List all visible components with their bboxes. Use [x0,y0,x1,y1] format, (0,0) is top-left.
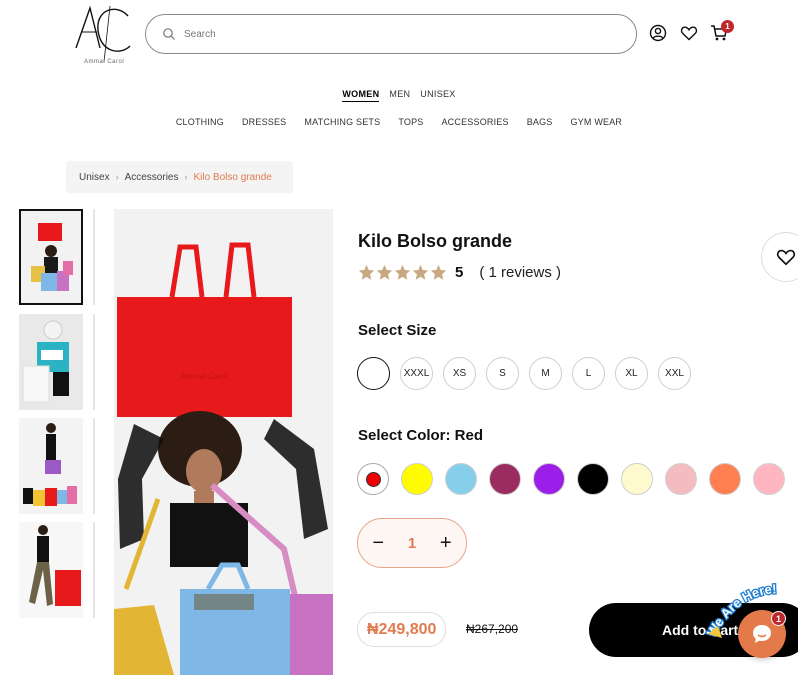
color-swatch-4[interactable] [489,463,521,495]
color-swatch-3[interactable] [445,463,477,495]
search-input[interactable] [184,28,604,40]
nav-gym-wear[interactable]: GYM WEAR [571,117,623,127]
nav-men[interactable]: MEN [389,89,410,102]
product-title: Kilo Bolso grande [358,231,513,251]
nav-unisex[interactable]: UNISEX [420,89,455,102]
thumbnail-4[interactable] [19,522,83,618]
nav-matching-sets[interactable]: MATCHING SETS [304,117,380,127]
size-label: Select Size [358,322,437,339]
nav-dresses[interactable]: DRESSES [242,117,286,127]
thumbnail-divider [93,314,95,410]
chat-icon [753,625,771,643]
product-rating: 5 ( 1 reviews ) [358,264,561,281]
heart-icon [776,249,796,266]
size-options: XXXL XS S M L XL XXL [357,357,691,390]
thumbnail-divider [93,522,95,618]
thumbnail-1[interactable] [19,209,83,305]
color-swatch-6[interactable] [577,463,609,495]
breadcrumb: Unisex › Accessories › Kilo Bolso grande [66,161,293,193]
nav-women[interactable]: WOMEN [342,89,380,102]
thumbnail-3[interactable] [19,418,83,514]
color-swatch-2[interactable] [401,463,433,495]
star-icon [376,264,393,280]
color-swatch-5[interactable] [533,463,565,495]
search-icon [163,28,175,40]
nav-clothing[interactable]: CLOTHING [176,117,224,127]
breadcrumb-current: Kilo Bolso grande [193,171,272,183]
color-swatch-9[interactable] [709,463,741,495]
rating-value: 5 [455,264,464,281]
add-to-wishlist-button[interactable] [761,232,798,282]
thumbnail-divider [93,418,95,514]
size-option-s[interactable]: S [486,357,519,390]
cart-count-badge: 1 [721,20,734,33]
current-price: ₦249,800 [357,612,447,647]
brand-tagline: Ammal Carol [84,59,125,65]
breadcrumb-unisex[interactable]: Unisex [79,172,110,183]
nav-accessories[interactable]: ACCESSORIES [441,117,508,127]
size-option-xs[interactable]: XS [443,357,476,390]
size-option-xxxl[interactable]: XXXL [400,357,433,390]
color-swatch-10[interactable] [753,463,785,495]
star-icon [358,264,375,280]
color-options [357,463,785,495]
quantity-value: 1 [407,534,417,552]
color-swatch-red[interactable] [357,463,389,495]
thumbnail-2[interactable] [19,314,83,410]
quantity-stepper: − 1 + [357,518,467,568]
size-option-xl[interactable]: XL [615,357,648,390]
star-icon [394,264,411,280]
size-option-xxl[interactable]: XXL [658,357,691,390]
size-option-blank[interactable] [357,357,390,390]
minus-icon[interactable]: − [367,532,389,555]
main-product-image[interactable]: Ammal Carol [114,209,333,675]
size-option-l[interactable]: L [572,357,605,390]
reviews-count[interactable]: ( 1 reviews ) [479,264,561,281]
plus-icon[interactable]: + [435,532,457,555]
star-icon [430,264,447,280]
nav-tops[interactable]: TOPS [398,117,423,127]
original-price: ₦267,200 [466,622,519,636]
thumbnail-divider [93,209,95,305]
color-label: Select Color: Red [358,427,484,444]
category-nav: CLOTHING DRESSES MATCHING SETS TOPS ACCE… [0,117,798,127]
size-option-m[interactable]: M [529,357,562,390]
wishlist-icon[interactable] [680,24,698,42]
chevron-right-icon: › [115,172,119,182]
color-swatch-7[interactable] [621,463,653,495]
nav-bags[interactable]: BAGS [527,117,553,127]
star-icon [412,264,429,280]
gender-nav: WOMEN MEN UNISEX [0,89,798,102]
search-bar[interactable] [145,14,637,54]
bag-emboss-text: Ammal Carol [181,372,227,381]
chevron-right-icon: › [184,172,188,182]
color-swatch-8[interactable] [665,463,697,495]
account-icon[interactable] [649,24,667,42]
chat-notification-badge: 1 [771,611,786,626]
breadcrumb-accessories[interactable]: Accessories [125,172,179,183]
